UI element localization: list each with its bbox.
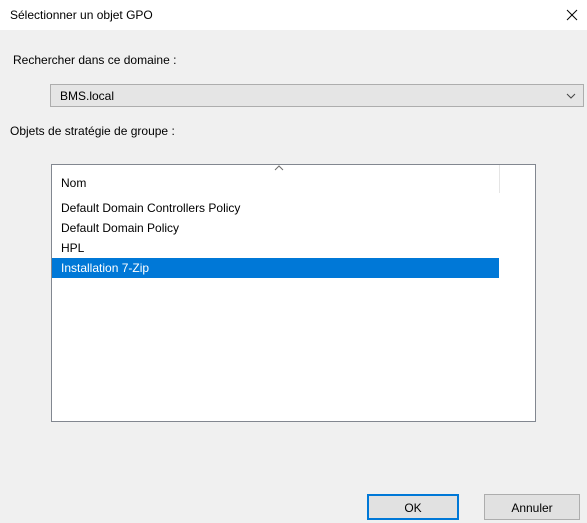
- column-header-label: Nom: [61, 176, 87, 190]
- title-bar: Sélectionner un objet GPO: [0, 0, 587, 30]
- list-item[interactable]: Default Domain Controllers Policy: [52, 198, 499, 218]
- list-header: Nom: [52, 165, 535, 193]
- list-item[interactable]: HPL: [52, 238, 499, 258]
- list-item-label: HPL: [61, 241, 85, 255]
- gpo-list[interactable]: Nom Default Domain Controllers Policy De…: [51, 164, 536, 422]
- close-button[interactable]: [557, 0, 587, 30]
- chevron-down-icon: [566, 93, 576, 99]
- domain-value: BMS.local: [60, 89, 115, 103]
- gpo-rows: Default Domain Controllers Policy Defaul…: [52, 198, 499, 278]
- gpo-select-dialog: Sélectionner un objet GPO Rechercher dan…: [0, 0, 587, 523]
- ok-button[interactable]: OK: [367, 494, 459, 520]
- list-item-label: Default Domain Controllers Policy: [61, 201, 241, 215]
- column-header-nom[interactable]: Nom: [52, 165, 499, 193]
- list-item-label: Installation 7-Zip: [61, 261, 150, 275]
- domain-dropdown[interactable]: BMS.local: [50, 84, 584, 107]
- sort-ascending-icon: [274, 165, 284, 171]
- column-divider[interactable]: [499, 165, 500, 193]
- list-item-label: Default Domain Policy: [61, 221, 180, 235]
- gpo-list-label: Objets de stratégie de groupe :: [10, 124, 175, 138]
- window-title: Sélectionner un objet GPO: [10, 8, 153, 22]
- cancel-button[interactable]: Annuler: [484, 494, 580, 520]
- list-item[interactable]: Installation 7-Zip: [52, 258, 499, 278]
- domain-label: Rechercher dans ce domaine :: [13, 53, 177, 67]
- close-icon: [566, 9, 578, 21]
- list-item[interactable]: Default Domain Policy: [52, 218, 499, 238]
